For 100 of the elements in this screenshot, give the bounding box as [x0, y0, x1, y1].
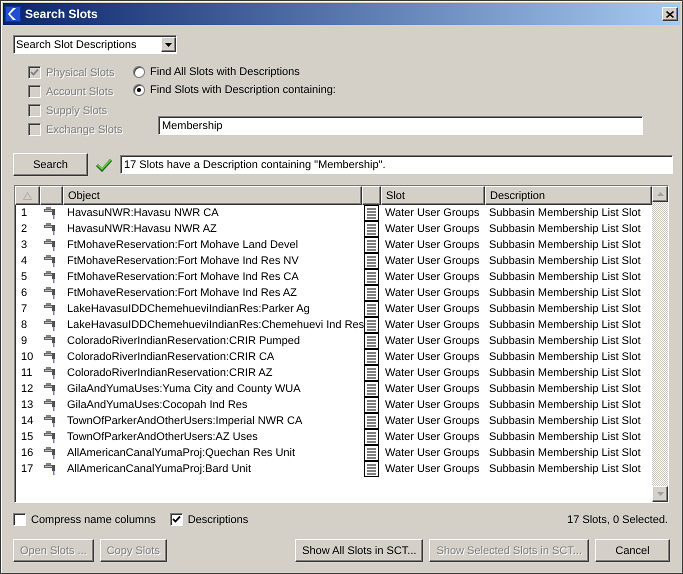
close-icon — [666, 10, 674, 18]
option-checkbox[interactable] — [170, 513, 183, 526]
sort-header[interactable] — [15, 186, 40, 205]
list-icon — [364, 221, 379, 237]
object-cell-text: GilaAndYumaUses:Yuma City and County WUA — [66, 383, 302, 395]
row-number: 7 — [20, 303, 28, 315]
list-icon — [364, 365, 379, 381]
list-icon — [364, 269, 379, 285]
description-cell-text: Subbasin Membership List Slot — [488, 399, 642, 411]
slot-cell-text: Water User Groups — [384, 367, 480, 379]
object-cell-text: HavasuNWR:Havasu NWR AZ — [66, 223, 218, 235]
option-label: Compress name columns — [31, 514, 156, 526]
row-number: 17 — [20, 463, 34, 475]
object-cell-text: TownOfParkerAndOtherUsers:Imperial NWR CA — [66, 415, 304, 427]
row-number: 2 — [20, 223, 28, 235]
list-icon — [364, 333, 379, 349]
row-number: 16 — [20, 447, 34, 459]
radio-label: Find All Slots with Descriptions — [150, 66, 300, 78]
result-message: 17 Slots have a Description containing "Membership". — [120, 155, 673, 174]
window-title: Search Slots — [25, 7, 99, 21]
dialog-button[interactable]: Search — [13, 153, 88, 176]
description-cell-text: Subbasin Membership List Slot — [488, 335, 642, 347]
row-number: 5 — [20, 271, 28, 283]
list-icon — [364, 205, 379, 221]
slot-cell-text: Water User Groups — [384, 335, 480, 347]
description-cell-text: Subbasin Membership List Slot — [488, 255, 642, 267]
slot-cell-text: Water User Groups — [384, 271, 480, 283]
selection-summary: 17 Slots, 0 Selected. — [567, 514, 668, 526]
column-header[interactable]: Slot — [381, 186, 485, 205]
description-cell-text: Subbasin Membership List Slot — [488, 351, 642, 363]
description-cell-text: Subbasin Membership List Slot — [488, 383, 642, 395]
slot-cell-text: Water User Groups — [384, 239, 480, 251]
row-number: 1 — [20, 207, 28, 219]
sort-triangle-icon — [23, 192, 32, 200]
scrollbar[interactable] — [652, 186, 668, 502]
scroll-down-button[interactable] — [652, 486, 668, 502]
list-icon — [364, 413, 379, 429]
slot-type-label: Exchange Slots — [46, 124, 122, 136]
slot-cell-text: Water User Groups — [384, 383, 480, 395]
object-cell-text: ColoradoRiverIndianReservation:CRIR Pumped — [66, 335, 301, 347]
slot-cell-text: Water User Groups — [384, 223, 480, 235]
search-mode-dropdown[interactable]: Search Slot Descriptions — [13, 35, 177, 54]
radio-button[interactable] — [133, 66, 145, 78]
description-cell-text: Subbasin Membership List Slot — [488, 207, 642, 219]
list-icon — [364, 317, 379, 333]
slot-cell-text: Water User Groups — [384, 463, 480, 475]
dialog-button[interactable]: Show All Slots in SCT... — [295, 539, 424, 562]
list-icon — [364, 397, 379, 413]
slot-type-label: Supply Slots — [46, 104, 108, 116]
row-number: 6 — [20, 287, 28, 299]
list-icon — [364, 429, 379, 445]
radio-button[interactable] — [133, 84, 145, 96]
dropdown-arrow-icon — [165, 42, 172, 46]
row-number: 13 — [20, 399, 34, 411]
description-cell-text: Subbasin Membership List Slot — [488, 447, 642, 459]
list-icon — [364, 445, 379, 461]
description-cell-text: Subbasin Membership List Slot — [488, 271, 642, 283]
description-cell-text: Subbasin Membership List Slot — [488, 431, 642, 443]
object-cell-text: TownOfParkerAndOtherUsers:AZ Uses — [66, 431, 259, 443]
checkmark-icon — [96, 158, 112, 172]
row-number: 3 — [20, 239, 28, 251]
row-number: 8 — [20, 319, 28, 331]
description-cell-text: Subbasin Membership List Slot — [488, 367, 642, 379]
column-header[interactable]: Description — [485, 186, 652, 205]
object-cell-text: FtMohaveReservation:Fort Mohave Land Devel — [66, 239, 300, 251]
list-icon — [364, 237, 379, 253]
description-cell-text: Subbasin Membership List Slot — [488, 287, 642, 299]
app-logo-icon — [5, 6, 21, 22]
object-cell-text: AllAmericanCanalYumaProj:Bard Unit — [66, 463, 252, 475]
row-number: 14 — [20, 415, 34, 427]
close-button[interactable] — [662, 7, 678, 21]
row-number: 15 — [20, 431, 34, 443]
row-number: 4 — [20, 255, 28, 267]
row-number: 12 — [20, 383, 34, 395]
object-cell-text: FtMohaveReservation:Fort Mohave Ind Res NV — [66, 255, 300, 267]
row-number: 11 — [20, 367, 34, 379]
row-number: 10 — [20, 351, 34, 363]
column-header[interactable]: Object — [63, 186, 362, 205]
object-cell-text: FtMohaveReservation:Fort Mohave Ind Res AZ — [66, 287, 298, 299]
dialog-button[interactable]: Cancel — [595, 539, 670, 562]
up-arrow-icon — [656, 192, 664, 196]
slot-cell-text: Water User Groups — [384, 319, 480, 331]
list-icon — [364, 253, 379, 269]
slot-cell-text: Water User Groups — [384, 351, 480, 363]
slot-cell-text: Water User Groups — [384, 447, 480, 459]
slot-cell-text: Water User Groups — [384, 415, 480, 427]
object-cell-text: AllAmericanCanalYumaProj:Quechan Res Unit — [66, 447, 296, 459]
scroll-up-button[interactable] — [652, 186, 668, 202]
object-cell-text: GilaAndYumaUses:Cocopah Ind Res — [66, 399, 248, 411]
slot-type-label: Account Slots — [46, 86, 114, 98]
option-label: Descriptions — [188, 514, 248, 526]
description-cell-text: Subbasin Membership List Slot — [488, 239, 642, 251]
list-icon — [364, 301, 379, 317]
option-checkbox[interactable] — [13, 513, 26, 526]
list-icon — [364, 349, 379, 365]
slot-cell-text: Water User Groups — [384, 431, 480, 443]
search-text-field[interactable]: Membership — [158, 116, 643, 135]
object-cell-text: LakeHavasuIDDChemehueviIndianRes:Parker Ag — [66, 303, 311, 315]
slot-cell-text: Water User Groups — [384, 303, 480, 315]
object-cell-text: ColoradoRiverIndianReservation:CRIR AZ — [66, 367, 274, 379]
